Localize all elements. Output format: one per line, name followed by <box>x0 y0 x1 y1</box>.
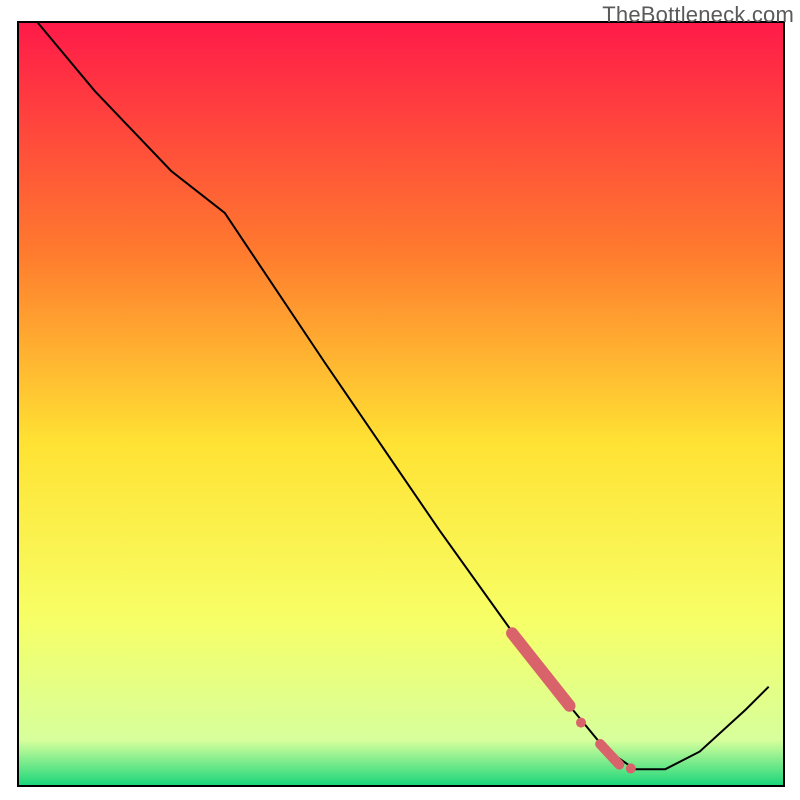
watermark-text: TheBottleneck.com <box>602 2 794 28</box>
chart-svg <box>0 0 800 800</box>
chart-background <box>18 22 784 786</box>
highlight-dot <box>576 718 586 728</box>
chart-stage: TheBottleneck.com <box>0 0 800 800</box>
highlight-dot <box>626 763 636 773</box>
